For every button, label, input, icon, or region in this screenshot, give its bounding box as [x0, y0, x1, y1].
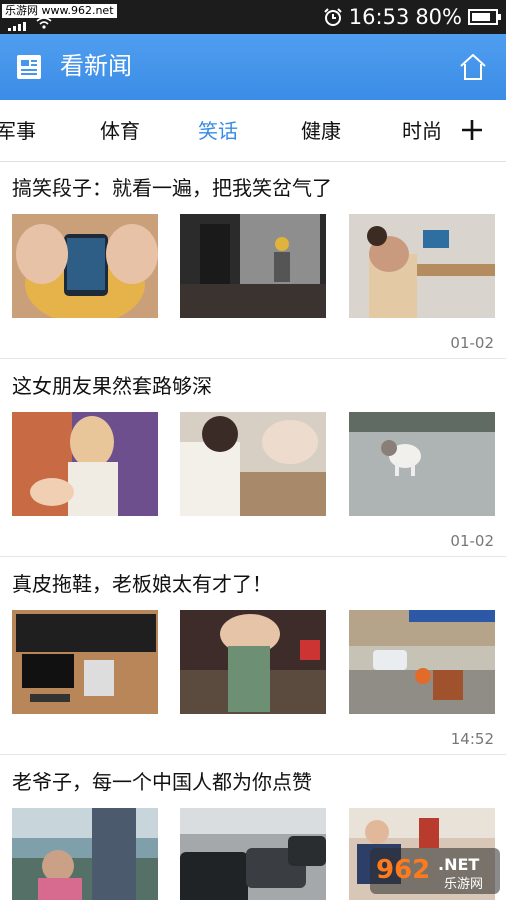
tab-fashion[interactable]: 时尚: [402, 118, 442, 144]
card-divider: [0, 754, 506, 755]
battery-fill: [472, 13, 490, 21]
status-time: 16:53: [348, 5, 410, 29]
news-title[interactable]: 搞笑段子：就看一遍，把我笑岔气了: [12, 174, 332, 202]
plus-icon[interactable]: [460, 118, 484, 142]
watermark-logo: 962 .NET 乐游网: [370, 848, 500, 894]
tab-jokes[interactable]: 笑话: [198, 118, 238, 144]
status-right: 16:53 80%: [323, 4, 501, 30]
news-thumbnail[interactable]: [12, 214, 158, 318]
card-divider: [0, 556, 506, 557]
tab-military[interactable]: 军事: [0, 118, 36, 144]
news-icon[interactable]: [16, 54, 42, 80]
news-time: 01-02: [450, 334, 494, 352]
signal-icon: [8, 21, 34, 31]
news-thumbnail[interactable]: [349, 412, 495, 516]
tab-health[interactable]: 健康: [301, 118, 341, 144]
news-thumbnail[interactable]: [12, 412, 158, 516]
news-thumbnail[interactable]: [180, 214, 326, 318]
news-time: 14:52: [450, 730, 494, 748]
news-thumbnail[interactable]: [180, 412, 326, 516]
svg-text:962: 962: [376, 855, 430, 885]
watermark-text: 乐游网 www.962.net: [2, 4, 117, 18]
home-icon[interactable]: [458, 52, 488, 82]
news-card[interactable]: 这女朋友果然套路够深 01-02: [0, 360, 506, 556]
news-thumbnail[interactable]: [349, 214, 495, 318]
news-title[interactable]: 真皮拖鞋，老板娘太有才了！: [12, 570, 272, 598]
page-title: 看新闻: [60, 52, 132, 80]
news-thumbnail[interactable]: [180, 808, 326, 900]
tab-sports[interactable]: 体育: [100, 118, 140, 144]
news-card[interactable]: 搞笑段子：就看一遍，把我笑岔气了 01-02: [0, 162, 506, 358]
news-title[interactable]: 这女朋友果然套路够深: [12, 372, 212, 400]
battery-percent: 80%: [415, 5, 462, 29]
svg-text:乐游网: 乐游网: [444, 877, 483, 892]
news-card[interactable]: 真皮拖鞋，老板娘太有才了！ 14:52: [0, 558, 506, 754]
app-bar: 看新闻: [0, 34, 506, 100]
news-title[interactable]: 老爷子，每一个中国人都为你点赞: [12, 768, 312, 796]
svg-text:.NET: .NET: [438, 855, 479, 874]
news-time: 01-02: [450, 532, 494, 550]
news-thumbnail[interactable]: [349, 610, 495, 714]
news-thumbnail[interactable]: [180, 610, 326, 714]
wifi-icon: [36, 17, 52, 29]
category-tabs: 军事 体育 笑话 健康 时尚: [0, 100, 506, 162]
status-bar: 乐游网 www.962.net 16:53 80%: [0, 0, 506, 34]
news-thumbnail[interactable]: [12, 610, 158, 714]
battery-icon: [468, 9, 501, 25]
news-thumbnail[interactable]: [12, 808, 158, 900]
card-divider: [0, 358, 506, 359]
alarm-icon: [324, 8, 342, 26]
